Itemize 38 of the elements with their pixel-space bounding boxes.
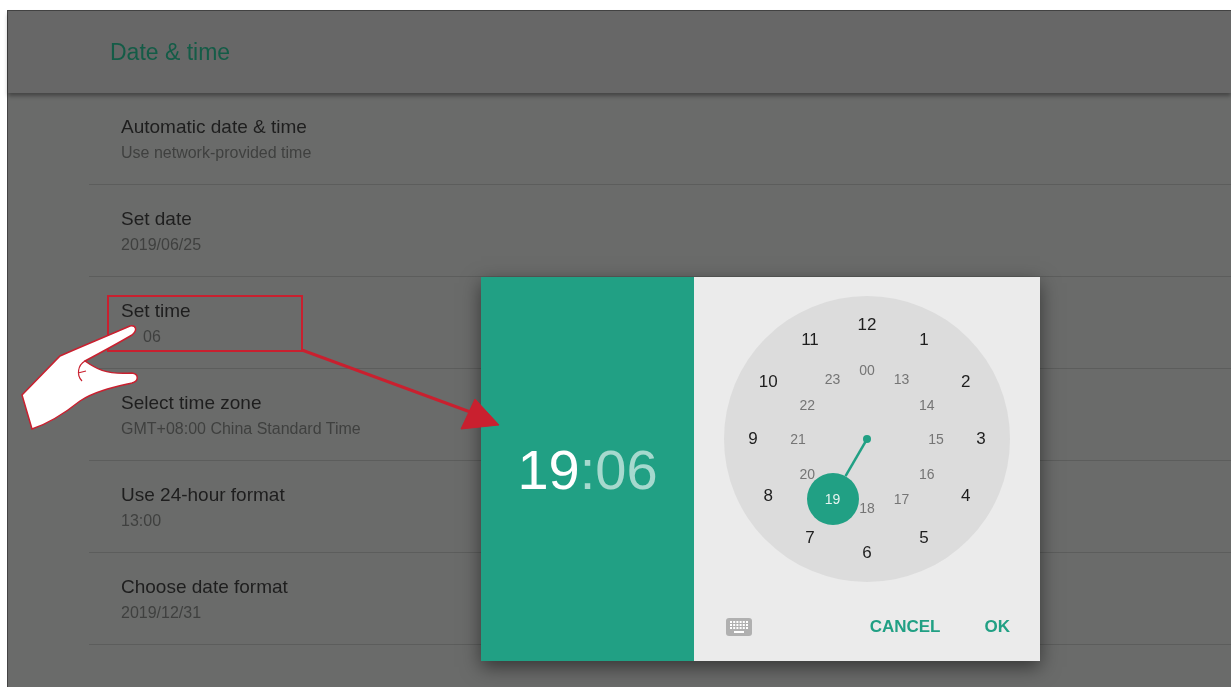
screen-title: Date & time xyxy=(110,38,231,66)
hour-number[interactable]: 14 xyxy=(918,396,935,413)
item-title: Set date xyxy=(121,207,192,230)
hour-number[interactable]: 12 xyxy=(857,315,877,335)
hour-number[interactable]: 6 xyxy=(862,543,872,563)
hour-number[interactable]: 2 xyxy=(961,372,971,392)
hour-number[interactable]: 10 xyxy=(758,372,778,392)
hour-number[interactable]: 23 xyxy=(824,371,841,388)
hour-display[interactable]: 19 xyxy=(517,437,580,501)
hour-number[interactable]: 19 xyxy=(824,490,841,507)
hour-number[interactable]: 15 xyxy=(928,431,944,447)
hour-number[interactable]: 13 xyxy=(893,371,910,388)
minute-display[interactable]: 06 xyxy=(595,437,658,501)
hour-number[interactable]: 1 xyxy=(919,330,929,351)
dialog-button[interactable]: OK xyxy=(974,609,1020,645)
clock-hand xyxy=(844,435,871,477)
hour-number[interactable]: 18 xyxy=(859,500,875,516)
hour-number[interactable]: 8 xyxy=(763,486,773,506)
hour-number[interactable]: 21 xyxy=(790,431,806,447)
time-separator: : xyxy=(579,437,596,501)
item-title: Select time zone xyxy=(121,391,262,414)
hour-number[interactable]: 4 xyxy=(961,486,971,506)
item-title: Choose date format xyxy=(121,575,288,598)
hour-number[interactable]: 7 xyxy=(805,527,815,548)
item-title: Set time xyxy=(121,299,191,322)
keyboard-icon[interactable] xyxy=(726,618,752,636)
hour-number[interactable]: 22 xyxy=(799,396,815,413)
hour-number[interactable]: 11 xyxy=(801,330,819,351)
hour-number[interactable]: 20 xyxy=(799,465,815,482)
hour-number[interactable]: 17 xyxy=(893,490,910,507)
hour-number[interactable]: 9 xyxy=(748,429,758,449)
hour-number[interactable]: 3 xyxy=(976,429,986,449)
item-title: Automatic date & time xyxy=(121,115,307,138)
dialog-button[interactable]: CANCEL xyxy=(859,609,951,645)
item-title: Use 24-hour format xyxy=(121,483,285,506)
hour-number[interactable]: 16 xyxy=(918,465,935,482)
hour-number[interactable]: 00 xyxy=(859,362,875,378)
hour-number[interactable]: 5 xyxy=(919,527,929,548)
